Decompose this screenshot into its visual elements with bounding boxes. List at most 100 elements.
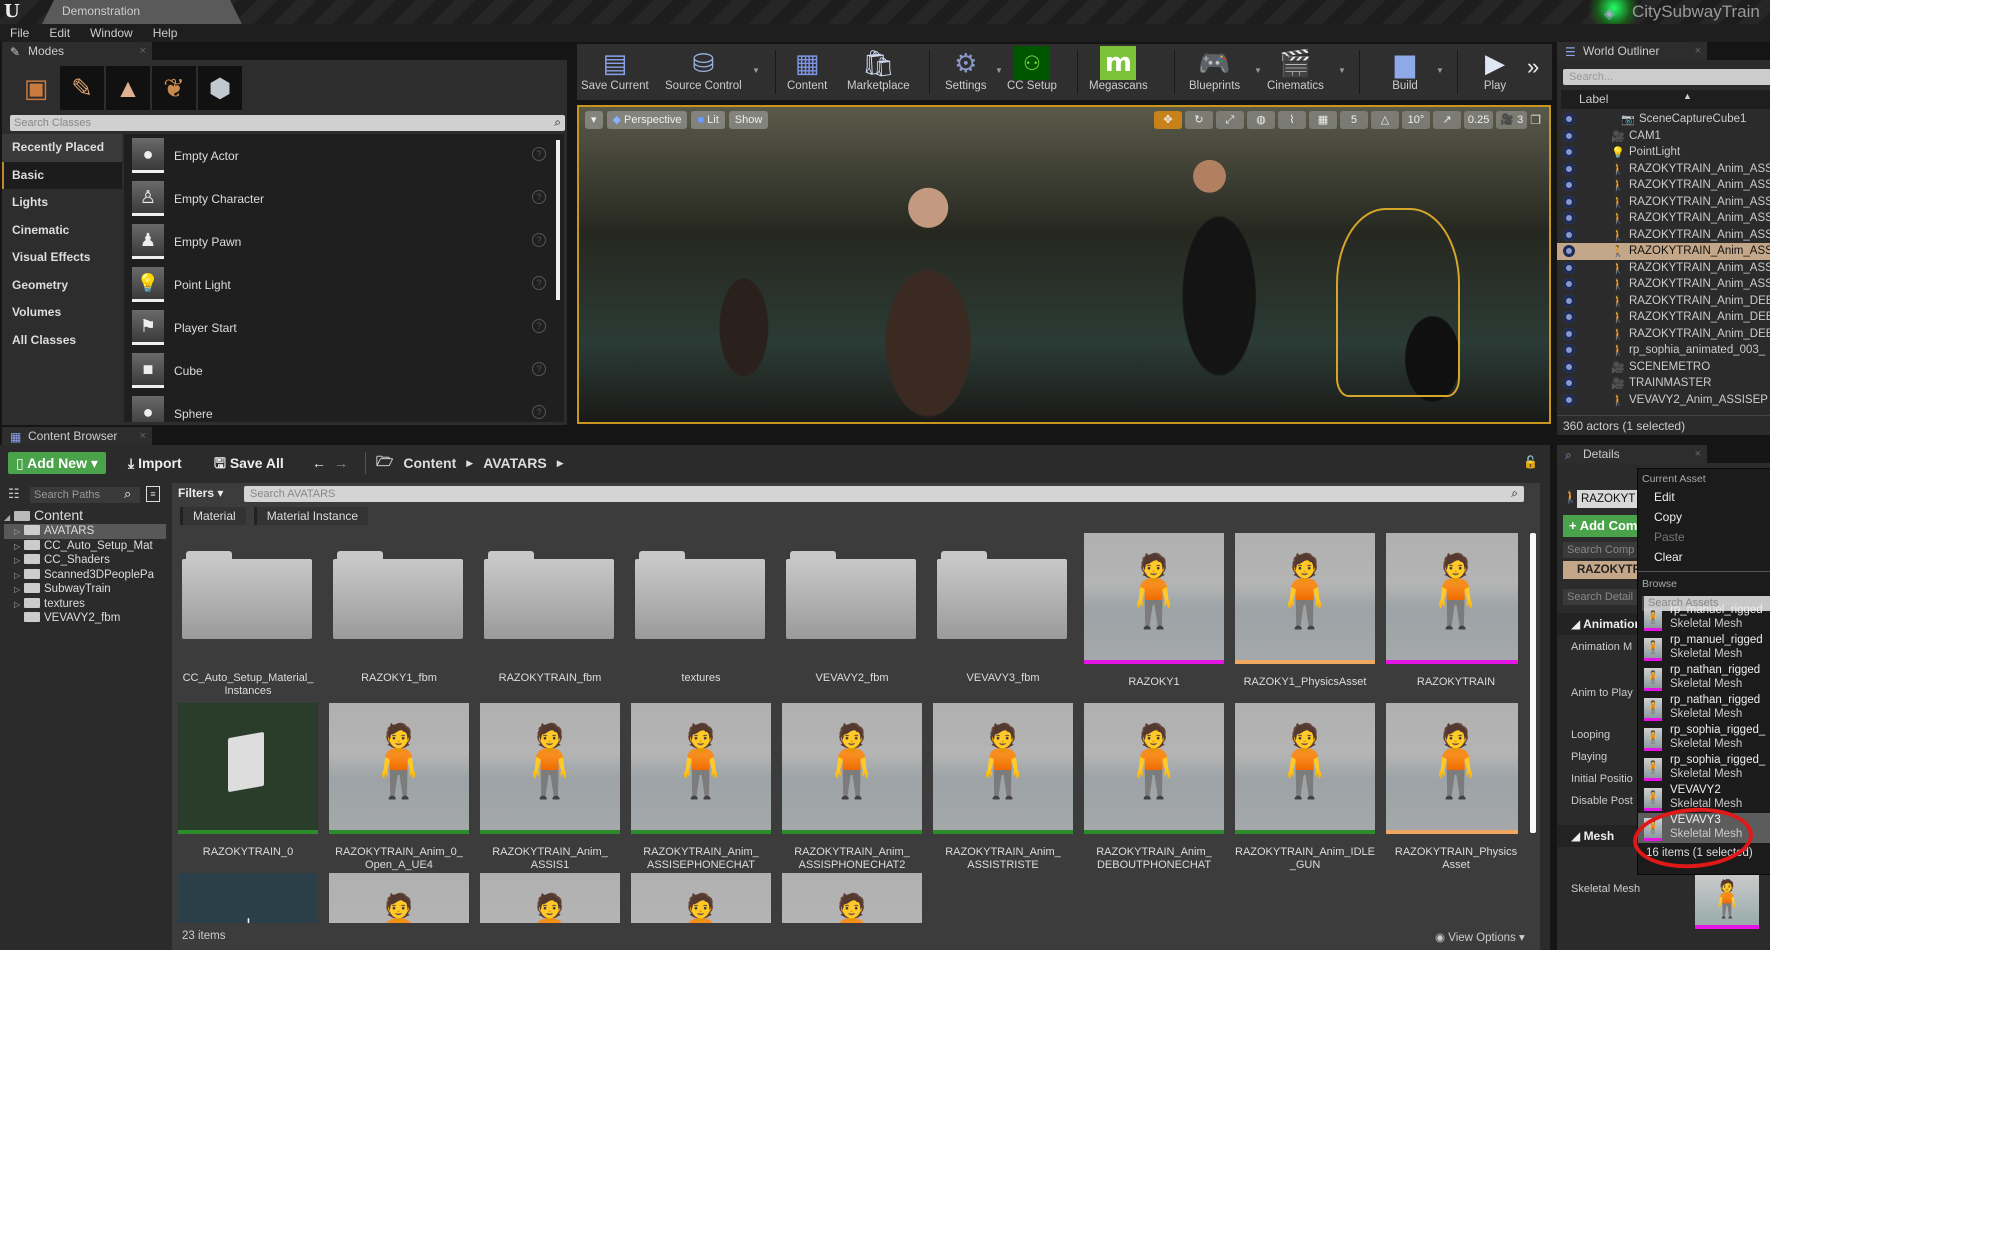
document-tab[interactable]: Demonstration bbox=[42, 0, 242, 24]
asset-picker-item[interactable]: 🧍 rp_nathan_rigged Skeletal Mesh bbox=[1638, 693, 1770, 723]
search-assets-input[interactable]: Search AVATARS ⌕ bbox=[244, 486, 1524, 502]
outliner-row[interactable]: 🎥 CAM1 bbox=[1557, 128, 1770, 145]
perspective-button[interactable]: ◆ Perspective bbox=[606, 111, 688, 129]
foliage-mode-icon[interactable]: ❦ bbox=[152, 66, 196, 110]
place-item-empty-pawn[interactable]: ♟ Empty Pawn ? bbox=[124, 220, 564, 263]
asset-tile[interactable]: CC_Auto_Setup_Material_ Instances bbox=[178, 533, 318, 698]
category-cinematic[interactable]: Cinematic bbox=[2, 217, 122, 245]
asset-picker-item[interactable]: 🧍 rp_manuel_rigged Skeletal Mesh bbox=[1638, 603, 1770, 633]
close-icon[interactable]: × bbox=[140, 42, 146, 60]
outliner-row[interactable]: 🚶 RAZOKYTRAIN_Anim_ASS bbox=[1557, 161, 1770, 178]
breadcrumb-content[interactable]: Content bbox=[403, 455, 456, 471]
asset-tile[interactable]: ⊥ bbox=[178, 873, 318, 923]
help-icon[interactable]: ? bbox=[532, 319, 546, 333]
asset-tile[interactable]: VEVAVY3_fbm bbox=[933, 533, 1073, 685]
world-space-icon[interactable]: ◍ bbox=[1246, 111, 1275, 129]
history-forward-button[interactable]: → bbox=[334, 452, 348, 474]
asset-tile[interactable]: RAZOKYTRAIN_fbm bbox=[480, 533, 620, 685]
rotate-icon[interactable]: ↻ bbox=[1184, 111, 1213, 129]
outliner-row[interactable]: 🚶 RAZOKYTRAIN_Anim_ASS bbox=[1557, 177, 1770, 194]
visibility-eye-icon[interactable] bbox=[1563, 179, 1575, 191]
expand-arrow-icon[interactable]: ▷ bbox=[14, 540, 24, 554]
outliner-row[interactable]: 💡 PointLight bbox=[1557, 144, 1770, 161]
help-icon[interactable]: ? bbox=[532, 362, 546, 376]
outliner-row[interactable]: 🚶 RAZOKYTRAIN_Anim_ASS bbox=[1557, 210, 1770, 227]
asset-tile[interactable]: 🧍 RAZOKYTRAIN bbox=[1386, 533, 1518, 689]
asset-tile[interactable]: 🧍 RAZOKY1 bbox=[1084, 533, 1224, 689]
outliner-row[interactable]: 🎥 SCENEMETRO bbox=[1557, 359, 1770, 376]
tab-content-browser[interactable]: ▦ Content Browser × bbox=[2, 427, 152, 445]
filters-button[interactable]: Filters ▾ bbox=[178, 486, 223, 500]
help-icon[interactable]: ? bbox=[532, 190, 546, 204]
asset-tile[interactable]: 🧍 RAZOKYTRAIN_Anim_ ASSIS1 bbox=[480, 703, 620, 872]
asset-tile[interactable]: 🧍 RAZOKYTRAIN_Anim_0_ Open_A_UE4 bbox=[329, 703, 469, 872]
place-item-empty-actor[interactable]: ● Empty Actor ? bbox=[124, 134, 564, 177]
category-recently-placed[interactable]: Recently Placed bbox=[2, 134, 122, 162]
category-geometry[interactable]: Geometry bbox=[2, 272, 122, 300]
close-icon[interactable]: × bbox=[140, 427, 146, 445]
visibility-eye-icon[interactable] bbox=[1563, 228, 1575, 241]
menu-edit[interactable]: Edit bbox=[1638, 487, 1770, 507]
show-button[interactable]: Show bbox=[728, 111, 769, 129]
asset-tile[interactable]: 🧍 bbox=[631, 873, 771, 923]
asset-picker-item[interactable]: 🧍 rp_sophia_rigged_ Skeletal Mesh bbox=[1638, 753, 1770, 783]
build-dropdown-icon[interactable]: ▼ bbox=[1436, 66, 1444, 75]
level-viewport[interactable]: ▾ ◆ Perspective ■ Lit Show ✥ ↻ ⤢ ◍ ⌇ ▦ 5 △… bbox=[577, 105, 1551, 424]
scale-snap-value[interactable]: 0.25 bbox=[1463, 111, 1494, 129]
blueprints-dropdown-icon[interactable]: ▼ bbox=[1254, 66, 1262, 75]
blueprints-button[interactable]: 🎮 Blueprints bbox=[1189, 46, 1240, 98]
tree-folder[interactable]: ▷ AVATARS bbox=[4, 524, 166, 539]
breadcrumb-avatars[interactable]: AVATARS bbox=[483, 455, 547, 471]
toolbar-overflow-icon[interactable]: » bbox=[1527, 54, 1539, 80]
filter-material[interactable]: Material bbox=[180, 507, 246, 525]
tab-world-outliner[interactable]: ☰ World Outliner × bbox=[1557, 42, 1707, 60]
place-item-player-start[interactable]: ⚑ Player Start ? bbox=[124, 306, 564, 349]
content-button[interactable]: ▦ Content bbox=[787, 46, 827, 98]
menu-window[interactable]: Window bbox=[80, 24, 143, 42]
skeletal-mesh-thumbnail[interactable]: 🧍 bbox=[1695, 873, 1759, 929]
visibility-eye-icon[interactable] bbox=[1563, 393, 1575, 406]
asset-grid-scrollbar[interactable] bbox=[1530, 533, 1536, 833]
tree-folder[interactable]: ▷ SubwayTrain bbox=[4, 582, 166, 597]
place-item-empty-character[interactable]: ♙ Empty Character ? bbox=[124, 177, 564, 220]
maximize-viewport-icon[interactable]: ❐ bbox=[1530, 113, 1541, 127]
grid-snap-icon[interactable]: ▦ bbox=[1308, 111, 1337, 129]
outliner-row[interactable]: 🚶 RAZOKYTRAIN_Anim_DEE bbox=[1557, 293, 1770, 310]
grid-snap-value[interactable]: 5 bbox=[1339, 111, 1368, 129]
outliner-row[interactable]: 🚶 RAZOKYTRAIN_Anim_ASS bbox=[1557, 227, 1770, 244]
landscape-mode-icon[interactable]: ▲ bbox=[106, 66, 150, 110]
asset-tile[interactable]: 🧍 RAZOKYTRAIN_Anim_ ASSISTRISTE bbox=[933, 703, 1073, 872]
outliner-row[interactable]: 🚶 RAZOKYTRAIN_Anim_DEE bbox=[1557, 326, 1770, 343]
expand-arrow-icon[interactable]: ▷ bbox=[14, 569, 24, 583]
visibility-eye-icon[interactable] bbox=[1563, 294, 1575, 307]
marketplace-button[interactable]: 🛍 Marketplace bbox=[847, 46, 910, 98]
asset-picker-item[interactable]: 🧍 rp_sophia_rigged_ Skeletal Mesh bbox=[1638, 723, 1770, 753]
tree-folder[interactable]: ▷ CC_Auto_Setup_Mat bbox=[4, 539, 166, 554]
asset-picker-item[interactable]: 🧍 rp_nathan_rigged Skeletal Mesh bbox=[1638, 663, 1770, 693]
visibility-eye-icon[interactable] bbox=[1563, 311, 1575, 323]
search-classes-input[interactable]: Search Classes ⌕ bbox=[10, 115, 565, 131]
asset-tile[interactable]: 🧍 RAZOKYTRAIN_Physics Asset bbox=[1386, 703, 1518, 872]
help-icon[interactable]: ? bbox=[532, 233, 546, 247]
category-basic[interactable]: Basic bbox=[2, 161, 122, 189]
expanded-arrow-icon[interactable]: ◢ bbox=[4, 509, 14, 524]
settings-dropdown-icon[interactable]: ▼ bbox=[995, 66, 1003, 75]
asset-tile[interactable]: RAZOKY1_fbm bbox=[329, 533, 469, 685]
rotation-snap-icon[interactable]: △ bbox=[1370, 111, 1399, 129]
asset-tile[interactable]: 🧍 RAZOKYTRAIN_Anim_ ASSISPHONECHAT2 bbox=[782, 703, 922, 872]
asset-tile[interactable]: 🧍 RAZOKYTRAIN_Anim_ DEBOUTPHONECHAT bbox=[1084, 703, 1224, 872]
camera-speed-button[interactable]: 🎥 3 bbox=[1496, 111, 1528, 129]
breadcrumb-arrow-icon[interactable]: ▶ bbox=[557, 458, 564, 469]
tree-folder[interactable]: ▷ Scanned3DPeoplePa bbox=[4, 568, 166, 583]
place-item-sphere[interactable]: ● Sphere ? bbox=[124, 392, 564, 422]
expand-arrow-icon[interactable]: ▷ bbox=[14, 525, 24, 539]
view-options-button[interactable]: ◉ View Options ▾ bbox=[1435, 930, 1525, 944]
settings-button[interactable]: ⚙ Settings bbox=[945, 46, 987, 98]
visibility-eye-icon[interactable] bbox=[1563, 129, 1575, 142]
build-button[interactable]: ▆ Build bbox=[1387, 46, 1423, 98]
help-icon[interactable]: ? bbox=[532, 147, 546, 161]
menu-file[interactable]: File bbox=[0, 24, 39, 42]
outliner-row[interactable]: 🚶 RAZOKYTRAIN_Anim_ASS bbox=[1557, 194, 1770, 211]
visibility-eye-icon[interactable] bbox=[1563, 212, 1575, 224]
close-icon[interactable]: × bbox=[1695, 42, 1701, 60]
